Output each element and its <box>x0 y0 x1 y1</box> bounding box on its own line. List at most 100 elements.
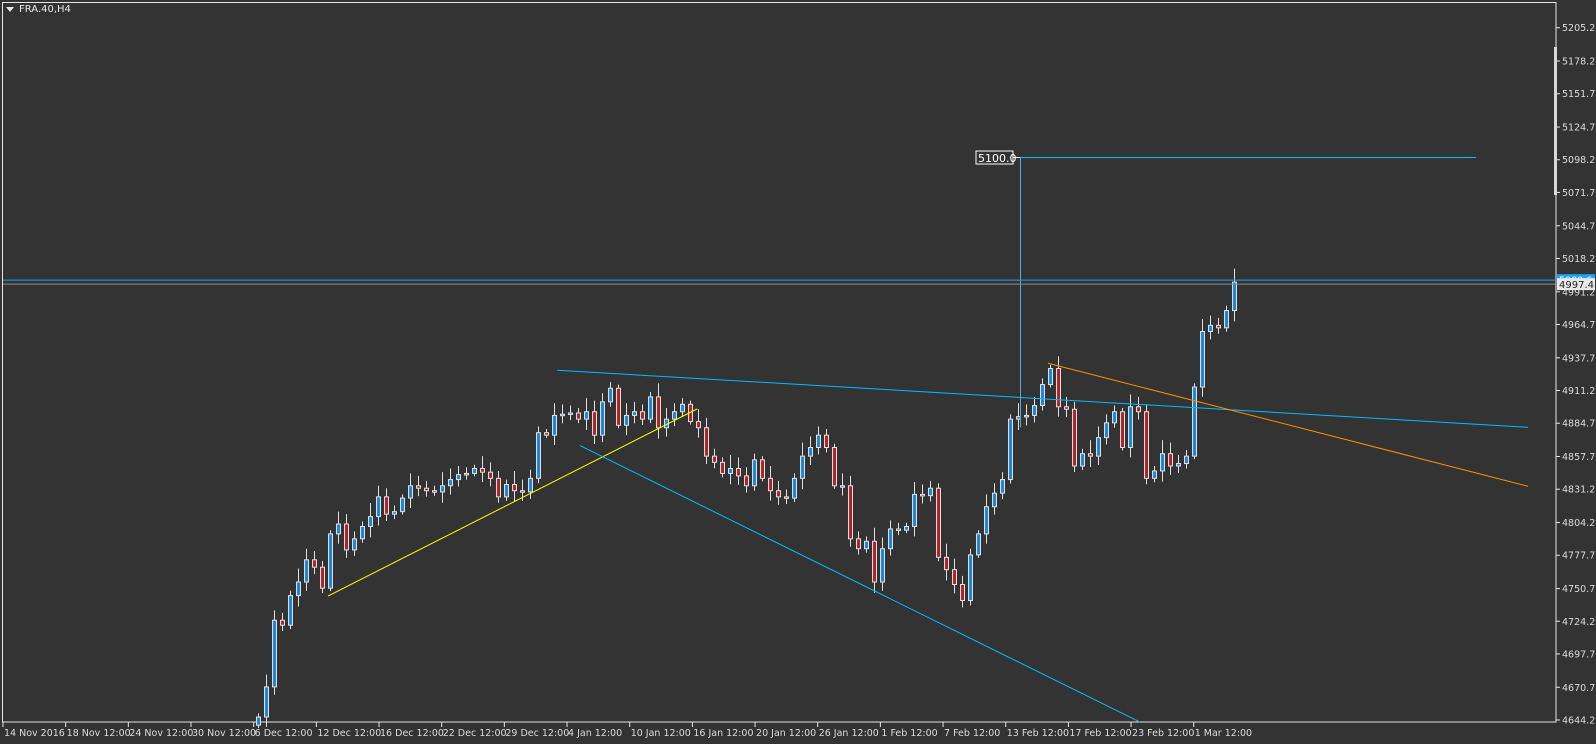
candle <box>360 521 365 543</box>
candle-body-bear <box>776 490 781 498</box>
candle <box>400 494 405 515</box>
x-tick-label: 20 Jan 12:00 <box>756 728 816 739</box>
candle <box>616 384 621 429</box>
candle-body-bear <box>952 569 957 585</box>
candle-body-bull <box>440 485 445 493</box>
candle-body-bull <box>840 485 845 488</box>
candle-body-bear <box>616 387 621 426</box>
candle <box>1184 449 1189 469</box>
candle-body-bear <box>704 427 709 457</box>
candle-body-bull <box>504 484 509 498</box>
candle-body-bull <box>528 477 533 493</box>
candle-body-bear <box>1216 324 1221 329</box>
candle <box>448 468 453 495</box>
x-tick-label: 12 Dec 12:00 <box>317 728 381 739</box>
x-tick-label: 26 Jan 12:00 <box>819 728 879 739</box>
candle <box>496 470 501 503</box>
candle <box>432 485 437 496</box>
candle <box>1000 472 1005 500</box>
candle <box>408 473 413 508</box>
x-tick-label: 22 Dec 12:00 <box>443 728 507 739</box>
candle-body-bull <box>1080 453 1085 467</box>
candle <box>312 551 317 575</box>
candle <box>568 405 573 421</box>
x-tick-label: 7 Feb 12:00 <box>944 728 1000 739</box>
candle-body-bull <box>1200 331 1205 388</box>
candle-body-bull <box>456 474 461 481</box>
candle-body-bull <box>304 559 309 583</box>
candle <box>680 398 685 417</box>
candle-body-bull <box>816 434 821 449</box>
candle-body-bull <box>1208 324 1213 333</box>
candle <box>472 464 477 477</box>
candle <box>744 467 749 493</box>
candle-body-bull <box>1184 455 1189 465</box>
yellow-support-trendline[interactable] <box>327 408 698 597</box>
candle-body-bear <box>744 475 749 487</box>
candle <box>928 480 933 502</box>
candle <box>1168 442 1173 475</box>
candle <box>1008 414 1013 484</box>
y-tick-label: 4964.7 <box>1562 320 1595 331</box>
candle <box>304 548 309 591</box>
candle-body-bear <box>896 528 901 531</box>
candle <box>696 409 701 438</box>
dropdown-triangle-icon[interactable] <box>6 7 14 12</box>
candle <box>584 398 589 430</box>
candle-body-bear <box>480 467 485 473</box>
candle <box>816 426 821 455</box>
x-tick-label: 23 Feb 12:00 <box>1132 728 1194 739</box>
candle-body-bear <box>696 421 701 429</box>
candle <box>1232 268 1237 322</box>
y-tick-label: 5151.7 <box>1562 89 1595 100</box>
x-tick-label: 6 Dec 12:00 <box>255 728 313 739</box>
candle <box>776 480 781 505</box>
candle-body-bull <box>992 492 997 508</box>
candle-body-bull <box>984 506 989 535</box>
candle <box>1192 383 1197 460</box>
candle <box>808 436 813 466</box>
candle-body-bull <box>1224 310 1229 329</box>
candle <box>1088 440 1093 468</box>
candle-body-bear <box>344 523 349 551</box>
candle-body-bull <box>1032 405 1037 416</box>
candle <box>336 511 341 544</box>
candle <box>440 472 445 503</box>
y-tick-label: 5018.2 <box>1562 254 1595 265</box>
candle-body-bull <box>376 496 381 518</box>
candle-body-bear <box>592 411 597 436</box>
candle <box>920 484 925 504</box>
y-tick-label: 4750.7 <box>1562 584 1595 595</box>
y-tick-label: 4937.7 <box>1562 353 1595 364</box>
y-tick-label: 5205.2 <box>1562 23 1595 34</box>
chart-title[interactable]: FRA.40,H4 <box>6 4 71 15</box>
candle <box>656 383 661 439</box>
candle-body-bull <box>560 413 565 417</box>
candle-body-bull <box>328 533 333 589</box>
candle-body-bull <box>928 487 933 497</box>
candle <box>720 457 725 478</box>
candle-body-bull <box>888 528 893 550</box>
candle-body-bear <box>1136 406 1141 413</box>
candle <box>608 382 613 407</box>
candle <box>392 505 397 520</box>
cyan-channel-bottom-trendline[interactable] <box>579 445 1141 723</box>
candle <box>840 473 845 496</box>
price-scale-scrollbar[interactable] <box>1554 47 1557 195</box>
x-tick-label: 16 Jan 12:00 <box>693 728 753 739</box>
candle-body-bear <box>872 540 877 583</box>
candle <box>672 403 677 427</box>
candle-body-bear <box>280 619 285 626</box>
candle <box>712 448 717 469</box>
y-tick-label: 4777.7 <box>1562 551 1595 562</box>
bid-price-label: 4997.4 <box>1559 280 1594 291</box>
candle <box>536 426 541 484</box>
candle <box>1048 364 1053 388</box>
target-level-label: 5100.0 <box>978 152 1017 165</box>
candle-body-bull <box>672 411 677 420</box>
y-tick-label: 4911.2 <box>1562 386 1595 397</box>
candle <box>888 520 893 556</box>
candle <box>296 568 301 607</box>
price-chart[interactable]: 5205.2 5178.2 5151.7 5124.7 5098.2 5071.7 5044… <box>0 0 1596 744</box>
candle <box>368 503 373 538</box>
